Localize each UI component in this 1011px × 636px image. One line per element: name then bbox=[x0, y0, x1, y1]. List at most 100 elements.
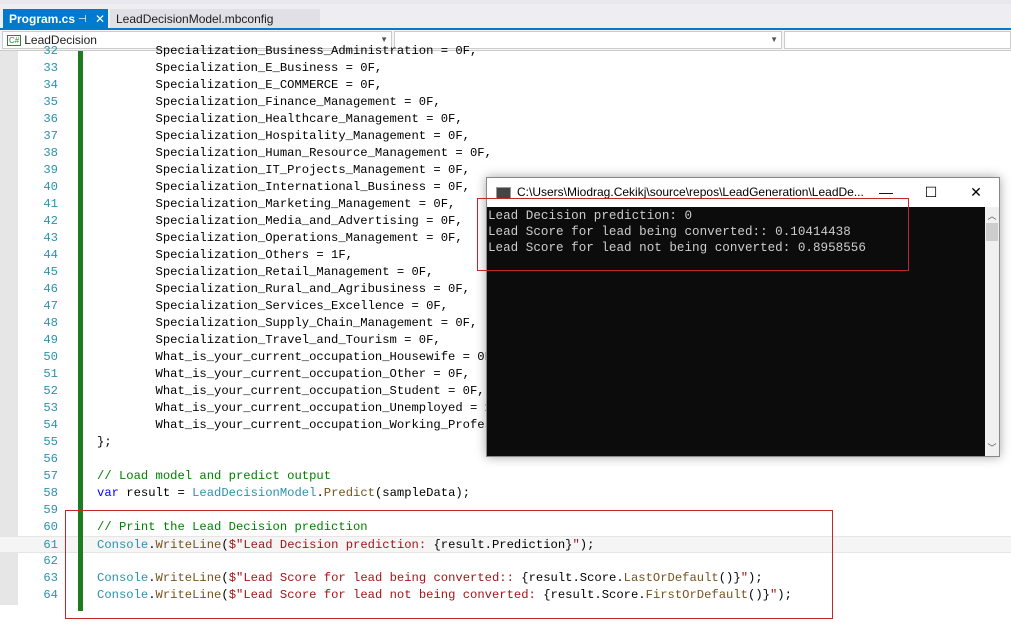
code-token: (sampleData); bbox=[374, 486, 471, 500]
tab-label: Program.cs bbox=[9, 12, 76, 26]
code-line[interactable]: 34 Specialization_E_COMMERCE = 0F, bbox=[0, 77, 1011, 94]
line-number: 41 bbox=[43, 197, 58, 211]
code-token: ()} bbox=[718, 571, 741, 585]
line-number: 62 bbox=[43, 554, 58, 568]
console-line: Lead Score for lead not being converted:… bbox=[488, 241, 866, 255]
code-text: // Print the Lead Decision prediction bbox=[97, 519, 368, 536]
line-number: 45 bbox=[43, 265, 58, 279]
console-window[interactable]: C:\Users\Miodrag.Cekikj\source\repos\Lea… bbox=[486, 177, 1000, 457]
code-token: Console bbox=[97, 588, 149, 602]
code-line[interactable]: 36 Specialization_Healthcare_Management … bbox=[0, 111, 1011, 128]
code-text: What_is_your_current_occupation_Student … bbox=[97, 383, 485, 400]
code-token: Specialization_Supply_Chain_Management =… bbox=[97, 316, 478, 330]
code-line[interactable]: 33 Specialization_E_Business = 0F, bbox=[0, 60, 1011, 77]
document-tab-bar: Program.cs ⊣ ✕ LeadDecisionModel.mbconfi… bbox=[0, 0, 1011, 30]
code-line[interactable]: 37 Specialization_Hospitality_Management… bbox=[0, 128, 1011, 145]
code-token: Specialization_E_COMMERCE = 0F, bbox=[97, 78, 383, 92]
code-line[interactable]: 58 var result = LeadDecisionModel.Predict… bbox=[0, 485, 1011, 502]
code-text: Specialization_Rural_and_Agribusiness = … bbox=[97, 281, 471, 298]
line-number: 55 bbox=[43, 435, 58, 449]
code-token: Specialization_Human_Resource_Management… bbox=[97, 146, 492, 160]
code-line[interactable]: 61 Console.WriteLine($"Lead Decision pred… bbox=[0, 536, 1011, 553]
line-number: 59 bbox=[43, 503, 58, 517]
code-token: " bbox=[572, 538, 580, 552]
line-number: 32 bbox=[43, 44, 58, 58]
code-text: // Load model and predict output bbox=[97, 468, 331, 485]
code-line[interactable]: 32 Specialization_Business_Administratio… bbox=[0, 43, 1011, 60]
line-number: 44 bbox=[43, 248, 58, 262]
code-token: // Print the Lead Decision prediction bbox=[97, 520, 368, 534]
code-line[interactable]: 57 // Load model and predict output bbox=[0, 468, 1011, 485]
scroll-thumb[interactable] bbox=[986, 223, 998, 241]
code-token: Specialization_IT_Projects_Management = … bbox=[97, 163, 471, 177]
pin-icon[interactable]: ⊣ bbox=[78, 9, 87, 30]
code-token: ); bbox=[777, 588, 792, 602]
code-text: Specialization_Operations_Management = 0… bbox=[97, 230, 463, 247]
code-token: Console bbox=[97, 571, 149, 585]
code-token: Predict bbox=[323, 486, 375, 500]
code-token: What_is_your_current_occupation_Housewif… bbox=[97, 350, 500, 364]
line-number: 49 bbox=[43, 333, 58, 347]
console-title-bar[interactable]: C:\Users\Miodrag.Cekikj\source\repos\Lea… bbox=[487, 178, 999, 207]
console-scrollbar[interactable]: ︿ ﹀ bbox=[985, 207, 999, 456]
code-token: // Load model and predict output bbox=[97, 469, 332, 483]
code-text: Specialization_E_COMMERCE = 0F, bbox=[97, 77, 383, 94]
line-number: 42 bbox=[43, 214, 58, 228]
code-token: WriteLine bbox=[155, 588, 222, 602]
code-token: What_is_your_current_occupation_Other = … bbox=[97, 367, 471, 381]
close-button[interactable]: ✕ bbox=[953, 178, 999, 207]
code-line[interactable]: 62 bbox=[0, 553, 1011, 570]
line-number: 43 bbox=[43, 231, 58, 245]
code-token: var bbox=[97, 486, 119, 500]
line-number: 48 bbox=[43, 316, 58, 330]
code-line[interactable]: 59 bbox=[0, 502, 1011, 519]
code-token: Specialization_Business_Administration =… bbox=[97, 44, 478, 58]
code-token: What_is_your_current_occupation_Unemploy… bbox=[97, 401, 500, 415]
line-number: 54 bbox=[43, 418, 58, 432]
code-text: Specialization_Others = 1F, bbox=[97, 247, 353, 264]
line-number: 61 bbox=[43, 538, 58, 552]
code-text: Specialization_Human_Resource_Management… bbox=[97, 145, 492, 162]
tab-mbconfig[interactable]: LeadDecisionModel.mbconfig bbox=[110, 9, 320, 30]
code-token: WriteLine bbox=[155, 571, 222, 585]
code-text: var result = LeadDecisionModel.Predict(s… bbox=[97, 485, 470, 502]
code-text: Specialization_Travel_and_Tourism = 0F, bbox=[97, 332, 441, 349]
code-line[interactable]: 38 Specialization_Human_Resource_Managem… bbox=[0, 145, 1011, 162]
code-token: ( bbox=[221, 588, 229, 602]
scroll-down-icon[interactable]: ﹀ bbox=[985, 441, 999, 454]
line-number: 63 bbox=[43, 571, 58, 585]
code-text: Specialization_E_Business = 0F, bbox=[97, 60, 383, 77]
code-token: LastOrDefault bbox=[623, 571, 719, 585]
minimize-button[interactable]: — bbox=[863, 178, 909, 207]
code-line[interactable]: 35 Specialization_Finance_Management = 0… bbox=[0, 94, 1011, 111]
console-line: Lead Score for lead being converted:: 0.… bbox=[488, 225, 851, 239]
console-app-icon bbox=[496, 187, 511, 199]
code-token: Console bbox=[97, 538, 149, 552]
code-line[interactable]: 64 Console.WriteLine($"Lead Score for lea… bbox=[0, 587, 1011, 604]
code-token: WriteLine bbox=[155, 538, 222, 552]
code-line[interactable]: 63 Console.WriteLine($"Lead Score for lea… bbox=[0, 570, 1011, 587]
code-text: Specialization_Healthcare_Management = 0… bbox=[97, 111, 463, 128]
code-token: Specialization_Hospitality_Management = … bbox=[97, 129, 471, 143]
line-number: 47 bbox=[43, 299, 58, 313]
code-line[interactable]: 60 // Print the Lead Decision prediction bbox=[0, 519, 1011, 536]
line-number: 37 bbox=[43, 129, 58, 143]
line-number: 46 bbox=[43, 282, 58, 296]
code-token: {result.Score. bbox=[543, 588, 646, 602]
code-text: Specialization_Supply_Chain_Management =… bbox=[97, 315, 478, 332]
code-text: Specialization_Finance_Management = 0F, bbox=[97, 94, 441, 111]
close-icon[interactable]: ✕ bbox=[95, 9, 105, 30]
line-number: 39 bbox=[43, 163, 58, 177]
code-token: Specialization_Healthcare_Management = 0… bbox=[97, 112, 463, 126]
line-number: 51 bbox=[43, 367, 58, 381]
scroll-up-icon[interactable]: ︿ bbox=[985, 209, 999, 222]
code-token: Specialization_Rural_and_Agribusiness = … bbox=[97, 282, 471, 296]
line-number: 60 bbox=[43, 520, 58, 534]
line-number: 40 bbox=[43, 180, 58, 194]
code-token: What_is_your_current_occupation_Student … bbox=[97, 384, 485, 398]
change-tracking-bar bbox=[78, 51, 83, 611]
code-text: What_is_your_current_occupation_Housewif… bbox=[97, 349, 500, 366]
tab-program-cs[interactable]: Program.cs ⊣ ✕ bbox=[3, 9, 108, 30]
line-number: 35 bbox=[43, 95, 58, 109]
maximize-button[interactable]: ☐ bbox=[908, 178, 954, 207]
